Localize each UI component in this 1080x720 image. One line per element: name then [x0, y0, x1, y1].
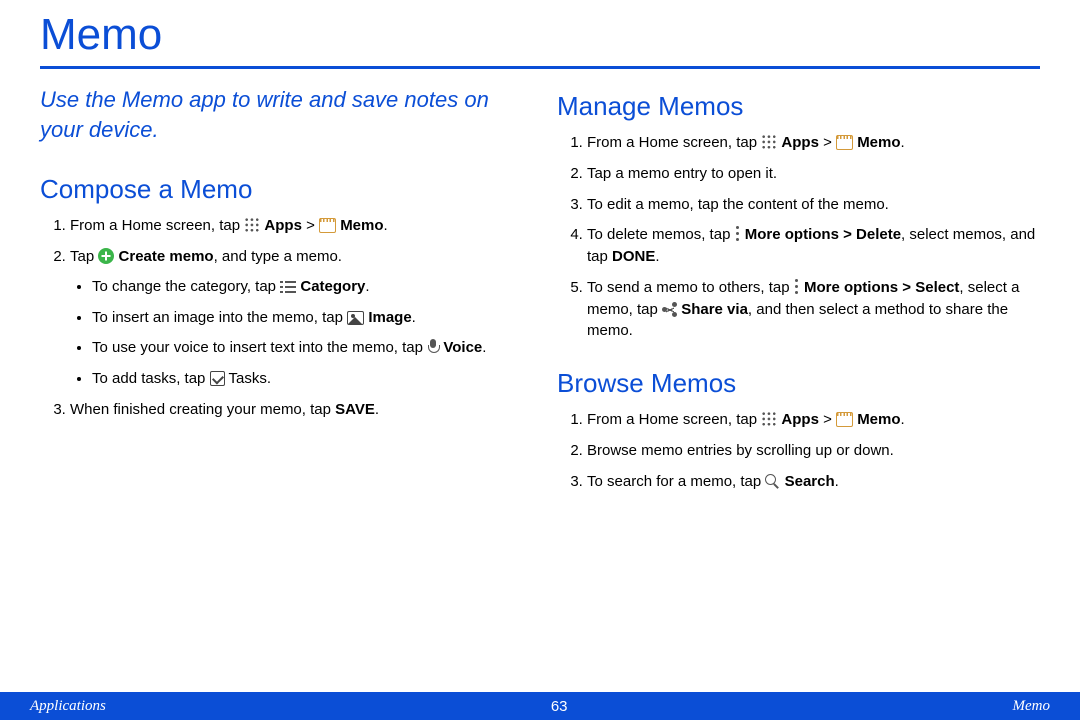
compose-bullets: To change the category, tap Category. To…	[70, 276, 523, 390]
search-icon	[765, 474, 780, 489]
manage-step-2: Tap a memo entry to open it.	[587, 163, 1040, 185]
text: Tap	[70, 248, 98, 265]
dot: .	[655, 248, 659, 265]
dot: .	[835, 473, 839, 490]
apps-label: Apps	[781, 134, 819, 151]
apps-icon	[761, 134, 777, 150]
more-icon	[735, 226, 741, 242]
text: To search for a memo, tap	[587, 473, 765, 490]
dot: .	[901, 134, 905, 151]
text: From a Home screen, tap	[70, 217, 244, 234]
right-column: Manage Memos From a Home screen, tap App…	[557, 85, 1040, 501]
done-label: DONE	[612, 248, 655, 265]
voice-icon	[427, 339, 439, 355]
text: From a Home screen, tap	[587, 134, 761, 151]
text2: , and type a memo.	[214, 248, 342, 265]
share-icon	[662, 302, 677, 317]
section-browse-heading: Browse Memos	[557, 368, 1040, 399]
apps-icon	[761, 411, 777, 427]
content-columns: Use the Memo app to write and save notes…	[40, 85, 1040, 501]
dot: .	[384, 217, 388, 234]
more-icon	[794, 279, 800, 295]
memo-icon	[319, 218, 336, 233]
image-icon	[347, 311, 364, 325]
plus-icon	[98, 248, 114, 264]
footer-right: Memo	[1012, 698, 1050, 715]
compose-steps: From a Home screen, tap Apps > Memo. Tap…	[40, 215, 523, 420]
memo-label: Memo	[340, 217, 383, 234]
manage-step-1: From a Home screen, tap Apps > Memo.	[587, 132, 1040, 154]
dot: .	[901, 411, 905, 428]
apps-label: Apps	[264, 217, 302, 234]
memo-label: Memo	[857, 134, 900, 151]
text: To add tasks, tap	[92, 370, 210, 387]
memo-icon	[836, 135, 853, 150]
title-divider	[40, 66, 1040, 69]
text: To change the category, tap	[92, 278, 280, 295]
select-label: > Select	[898, 279, 959, 296]
dot: .	[365, 278, 369, 295]
browse-steps: From a Home screen, tap Apps > Memo. Bro…	[557, 409, 1040, 492]
more-label: More options	[804, 279, 898, 296]
category-label: Category	[300, 278, 365, 295]
save-label: SAVE	[335, 401, 375, 418]
delete-label: > Delete	[839, 226, 901, 243]
dot: .	[375, 401, 379, 418]
intro-text: Use the Memo app to write and save notes…	[40, 85, 523, 144]
text: From a Home screen, tap	[587, 411, 761, 428]
footer-left: Applications	[30, 698, 106, 715]
sep: >	[306, 217, 319, 234]
compose-step-2: Tap Create memo, and type a memo. To cha…	[70, 246, 523, 390]
tasks-label: Tasks.	[228, 370, 271, 387]
text: To insert an image into the memo, tap	[92, 309, 347, 326]
task-icon	[210, 371, 225, 386]
compose-step-1: From a Home screen, tap Apps > Memo.	[70, 215, 523, 237]
sep: >	[823, 411, 836, 428]
dot: .	[482, 339, 486, 356]
memo-icon	[836, 412, 853, 427]
share-label: Share via	[681, 301, 748, 318]
footer-page-number: 63	[551, 698, 568, 715]
browse-step-2: Browse memo entries by scrolling up or d…	[587, 440, 1040, 462]
image-label: Image	[368, 309, 411, 326]
page-footer: Applications 63 Memo	[0, 692, 1080, 720]
bullet-category: To change the category, tap Category.	[92, 276, 523, 298]
bullet-voice: To use your voice to insert text into th…	[92, 337, 523, 359]
text: To use your voice to insert text into th…	[92, 339, 427, 356]
bullet-image: To insert an image into the memo, tap Im…	[92, 307, 523, 329]
page-title: Memo	[40, 10, 1040, 60]
search-label: Search	[785, 473, 835, 490]
create-label: Create memo	[119, 248, 214, 265]
sep: >	[823, 134, 836, 151]
text: To send a memo to others, tap	[587, 279, 794, 296]
dot: .	[412, 309, 416, 326]
section-compose-heading: Compose a Memo	[40, 174, 523, 205]
voice-label: Voice	[443, 339, 482, 356]
compose-step-3: When finished creating your memo, tap SA…	[70, 399, 523, 421]
more-label: More options	[745, 226, 839, 243]
memo-label: Memo	[857, 411, 900, 428]
manage-step-4: To delete memos, tap More options > Dele…	[587, 224, 1040, 268]
browse-step-1: From a Home screen, tap Apps > Memo.	[587, 409, 1040, 431]
bullet-tasks: To add tasks, tap Tasks.	[92, 368, 523, 390]
manage-step-3: To edit a memo, tap the content of the m…	[587, 194, 1040, 216]
manage-steps: From a Home screen, tap Apps > Memo. Tap…	[557, 132, 1040, 342]
text: When finished creating your memo, tap	[70, 401, 335, 418]
category-icon	[280, 280, 296, 294]
apps-label: Apps	[781, 411, 819, 428]
apps-icon	[244, 217, 260, 233]
manage-step-5: To send a memo to others, tap More optio…	[587, 277, 1040, 342]
section-manage-heading: Manage Memos	[557, 91, 1040, 122]
text: To delete memos, tap	[587, 226, 735, 243]
browse-step-3: To search for a memo, tap Search.	[587, 471, 1040, 493]
left-column: Use the Memo app to write and save notes…	[40, 85, 523, 501]
